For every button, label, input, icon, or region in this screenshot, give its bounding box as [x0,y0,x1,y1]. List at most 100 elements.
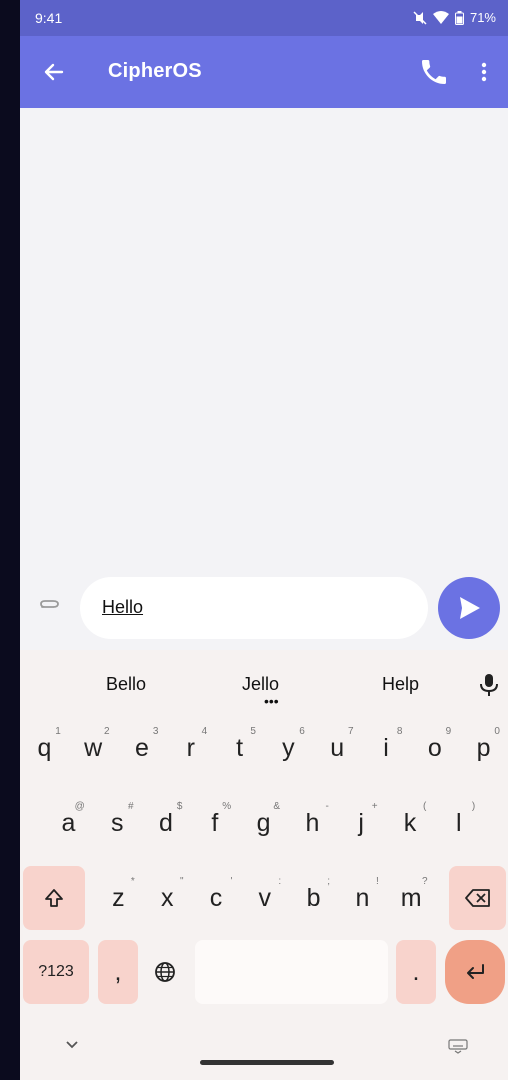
key-f[interactable]: f% [190,791,239,855]
keyboard-switch-icon[interactable] [448,1038,468,1054]
enter-key[interactable] [445,940,505,1004]
key-i[interactable]: i8 [362,716,411,780]
microphone-icon[interactable] [478,672,500,698]
key-label: w [84,733,103,762]
key-label: r [186,733,195,762]
key-hint: * [130,876,135,887]
key-hint: 2 [104,726,110,737]
space-key[interactable] [195,940,388,1004]
key-hint: 4 [201,726,208,737]
phone-icon[interactable] [418,56,450,88]
key-hint: : [278,876,282,887]
key-hint: ? [422,876,428,887]
globe-icon [155,962,175,982]
comma-key[interactable]: , [98,940,138,1004]
paperclip-icon[interactable] [36,592,64,620]
key-j[interactable]: j + [337,791,386,855]
key-hint: 3 [152,726,159,737]
key-k[interactable]: k( [386,791,435,855]
key-hint: ) [471,801,476,812]
key-label: p [476,733,491,762]
backspace-key[interactable] [449,866,506,930]
home-gesture-pill[interactable] [200,1060,334,1065]
key-label: d [159,808,173,837]
key-label: q [37,733,52,762]
silent-icon [413,10,427,25]
key-hint: ' [230,876,233,887]
arrow-left-icon[interactable] [38,56,70,88]
key-hint: ; [327,876,330,887]
key-label: a [61,808,76,837]
suggestion-2[interactable]: Jello [242,674,279,695]
key-v[interactable]: v: [240,866,289,930]
key-hint: ! [376,876,379,887]
status-icons: 71% [413,10,496,25]
key-label: h [305,808,320,837]
message-input[interactable]: Hello [80,577,428,639]
key-q[interactable]: q1 [20,716,69,780]
key-o[interactable]: o9 [410,716,459,780]
chevron-down-icon[interactable] [64,1038,80,1050]
key-hint: 6 [299,726,305,737]
key-label: u [330,733,345,762]
key-a[interactable]: a @ [44,791,93,855]
key-p[interactable]: p0 [459,716,508,780]
key-hint: % [222,801,232,812]
battery-icon [454,10,464,25]
left-edge [0,0,20,1080]
key-hint: & [273,801,280,812]
key-hint: 8 [396,726,403,737]
send-button[interactable] [438,577,500,639]
key-d[interactable]: d $ [142,791,191,855]
key-g[interactable]: g & [239,791,288,855]
key-x[interactable]: x " [143,866,192,930]
key-label: v [258,883,272,912]
symbols-key[interactable]: ?123 [23,940,89,1004]
key-hint: ( [423,801,427,812]
key-hint: # [128,801,134,812]
suggestion-1[interactable]: Bello [106,674,146,695]
app-bar: CipherOS [20,36,508,108]
battery-percent: 71% [469,10,496,25]
wifi-icon [432,11,449,24]
more-suggestions-icon: ••• [264,693,279,709]
period-key[interactable]: . [396,940,436,1004]
key-s[interactable]: s # [93,791,142,855]
key-label: l [456,808,462,837]
key-hint: - [325,801,329,812]
suggestion-strip: Bello Jello ••• Help [20,666,508,709]
language-key[interactable] [142,940,188,1004]
key-z[interactable]: z * [94,866,143,930]
key-y[interactable]: y6 [264,716,313,780]
key-label: f [211,808,219,837]
key-c[interactable]: c ' [192,866,241,930]
key-label: o [427,733,442,762]
key-label: i [383,733,389,762]
message-list[interactable] [20,108,508,558]
key-b[interactable]: b; [289,866,338,930]
key-m[interactable]: m? [387,866,436,930]
suggestion-3[interactable]: Help [382,674,419,695]
key-label: c [209,883,223,912]
key-n[interactable]: n! [338,866,387,930]
status-time: 9:41 [35,10,63,26]
key-label: z [112,883,125,912]
key-label: n [355,883,370,912]
more-vert-icon[interactable] [472,56,496,88]
shift-icon [45,889,63,907]
key-l[interactable]: l) [434,791,483,855]
key-u[interactable]: u7 [313,716,362,780]
key-e[interactable]: e3 [118,716,167,780]
message-input-text: Hello [102,597,144,617]
key-hint: @ [74,801,85,812]
key-hint: 1 [55,726,61,737]
key-r[interactable]: r4 [166,716,215,780]
system-nav-bar [20,1010,508,1080]
key-w[interactable]: w2 [69,716,118,780]
key-t[interactable]: t5 [215,716,264,780]
key-h[interactable]: h- [288,791,337,855]
message-composer: Hello [20,570,508,646]
status-bar: 9:41 71% [20,0,508,36]
key-label: g [256,808,271,837]
shift-key[interactable] [23,866,85,930]
